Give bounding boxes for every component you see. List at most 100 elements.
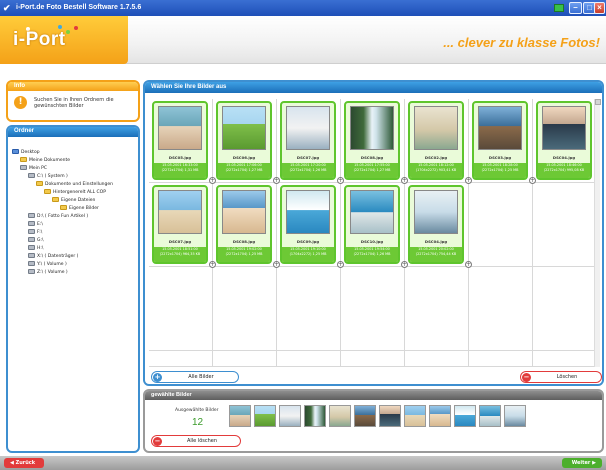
add-photo-icon[interactable]: + [465,177,472,184]
title-bar: ✔ i-Port.de Foto Bestell Software 1.7.5.… [0,0,606,16]
gallery-title: Wählen Sie Ihre Bilder aus [145,82,602,93]
delete-button[interactable]: − Löschen [520,371,602,383]
scroll-up-icon[interactable] [595,99,601,105]
grid-cell [405,267,469,351]
photo-info: 15.05.2001 17:20:00 (2272x1704) 1,26 MB [282,163,334,178]
tree-item-drive-e[interactable]: E:\ [28,221,43,228]
tree-item-desktop[interactable]: Desktop [12,149,40,156]
window-title: i-Port.de Foto Bestell Software 1.7.5.6 [16,4,142,11]
selected-thumbnail[interactable] [304,405,326,427]
photo-card[interactable]: DSC02.jpg 15.05.2001 18:12:00 (1704x2272) … [408,101,464,180]
footer-bar: ◀ Zurück Weiter ▶ [0,456,606,470]
info-panel: Info ! Suchen Sie in Ihren Ordnern die g… [6,80,140,122]
photo-thumbnail[interactable] [158,106,202,150]
tree-item-drive-z[interactable]: Z:\ ( Volume ) [28,269,68,276]
back-button[interactable]: ◀ Zurück [4,458,44,468]
tree-item-drive-g[interactable]: G:\ [28,237,44,244]
grid-cell [469,183,533,267]
photo-thumbnail[interactable] [222,190,266,234]
drive-icon [28,245,35,250]
photo-card[interactable]: DSC04.jpg 15.05.2001 18:46:00 (2272x1704) … [536,101,592,180]
add-photo-icon[interactable]: + [465,261,472,268]
minimize-icon[interactable]: – [569,2,582,14]
folder-icon [60,205,67,210]
close-icon[interactable]: × [594,2,605,14]
add-photo-icon[interactable]: + [273,177,280,184]
photo-filename: DSC07.jpg [296,155,320,160]
selected-thumbnail[interactable] [504,405,526,427]
photo-card[interactable]: DSC08.jpg 15.05.2001 17:55:00 (2272x1704) … [344,101,400,180]
add-photo-icon[interactable]: + [401,261,408,268]
tree-item-drive-f[interactable]: F:\ [28,229,42,236]
next-button[interactable]: Weiter ▶ [562,458,602,468]
photo-card[interactable]: DSC09.jpg 15.05.2001 19:10:00 (1704x2272) … [280,185,336,264]
photo-thumbnail[interactable] [414,190,458,234]
photo-card[interactable]: DSC07.jpg 15.05.2001 18:51:00 (2272x1704) … [152,185,208,264]
photo-details: (2272x1704) 1,27 MB [353,168,391,172]
photo-filename: DSC09.jpg [296,239,320,244]
selected-thumbnail[interactable] [354,405,376,427]
tree-item-user[interactable]: Hintergenerelt ALL COP [44,189,106,196]
selected-thumbnail[interactable] [329,405,351,427]
grid-cell [405,351,469,367]
selected-thumbnail[interactable] [279,405,301,427]
all-pictures-button[interactable]: + Alle Bilder [151,371,239,383]
selected-thumbnail[interactable] [429,405,451,427]
tree-item-own-files[interactable]: Eigene Dateien [52,197,95,204]
tree-item-drive-d[interactable]: D:\ ( Fotto Fun Artikel ) [28,213,88,220]
selected-thumbnail[interactable] [404,405,426,427]
status-indicator-icon [554,4,564,12]
add-photo-icon[interactable]: + [337,261,344,268]
add-photo-icon[interactable]: + [209,177,216,184]
photo-card[interactable]: DSC04.jpg 15.05.2001 20:02:00 (2272x1704) … [408,185,464,264]
photo-thumbnail[interactable] [542,106,586,150]
photo-thumbnail[interactable] [286,190,330,234]
selected-thumbnail[interactable] [254,405,276,427]
selected-thumbnail[interactable] [379,405,401,427]
tree-item-drive-h[interactable]: H:\ [28,245,43,252]
grid-cell [533,183,597,267]
tree-item-drive-c[interactable]: C:\ ( System ) [28,173,68,180]
add-photo-icon[interactable]: + [401,177,408,184]
tree-item-drive-y[interactable]: Y:\ ( Volume ) [28,261,67,268]
tree-item-mypc[interactable]: Mein PC [20,165,47,172]
tree-item-own-pictures[interactable]: Eigene Bilder [60,205,99,212]
photo-thumbnail[interactable] [350,190,394,234]
photo-thumbnail[interactable] [158,190,202,234]
photo-info: 15.05.2001 17:06:00 (2272x1704) 1,27 MB [218,163,270,178]
info-text: Suchen Sie in Ihren Ordnern die gewünsch… [34,97,114,109]
photo-details: (1704x2272) 903,41 KB [415,168,457,172]
add-photo-icon[interactable]: + [209,261,216,268]
photo-thumbnail[interactable] [414,106,458,150]
tree-item-documents[interactable]: Meine Dokumente [20,157,70,164]
photo-card[interactable]: DSC03.jpg 15.05.2001 18:28:00 (2272x1704) … [472,101,528,180]
grid-cell [469,351,533,367]
grid-cell [341,267,405,351]
tree-item-settings[interactable]: Dokumente und Einstellungen [36,181,113,188]
grid-cell [149,267,213,351]
selected-thumbnail[interactable] [479,405,501,427]
gallery-scrollbar[interactable] [594,99,601,367]
photo-card[interactable]: DSC06.jpg 15.05.2001 17:06:00 (2272x1704) … [216,101,272,180]
photo-info: 15.05.2001 19:02:00 (2272x1704) 1,25 MB [218,247,270,262]
photo-card[interactable]: DSC10.jpg 15.05.2001 19:54:00 (2272x1704) … [344,185,400,264]
delete-all-button[interactable]: − Alle löschen [151,435,241,447]
photo-thumbnail[interactable] [478,106,522,150]
folder-icon [52,197,59,202]
tree-item-drive-x[interactable]: X:\ ( Datenträger ) [28,253,78,260]
add-photo-icon[interactable]: + [529,177,536,184]
selected-thumbnail[interactable] [229,405,251,427]
photo-card[interactable]: DSC08.jpg 15.05.2001 19:02:00 (2272x1704) … [216,185,272,264]
selected-thumbnail[interactable] [454,405,476,427]
photo-thumbnail[interactable] [350,106,394,150]
photo-info: 15.05.2001 17:55:00 (2272x1704) 1,27 MB [346,163,398,178]
photo-card[interactable]: DSC07.jpg 15.05.2001 17:20:00 (2272x1704) … [280,101,336,180]
add-photo-icon[interactable]: + [337,177,344,184]
photo-thumbnail[interactable] [286,106,330,150]
photo-card[interactable]: DSC05.jpg 15.05.2001 16:33:00 (2272x1704) … [152,101,208,180]
photo-thumbnail[interactable] [222,106,266,150]
gallery-panel: Wählen Sie Ihre Bilder aus DSC05.jpg 15.0… [143,80,604,386]
info-title: Info [8,82,138,91]
logo-panel: i-Port [0,16,128,64]
add-photo-icon[interactable]: + [273,261,280,268]
